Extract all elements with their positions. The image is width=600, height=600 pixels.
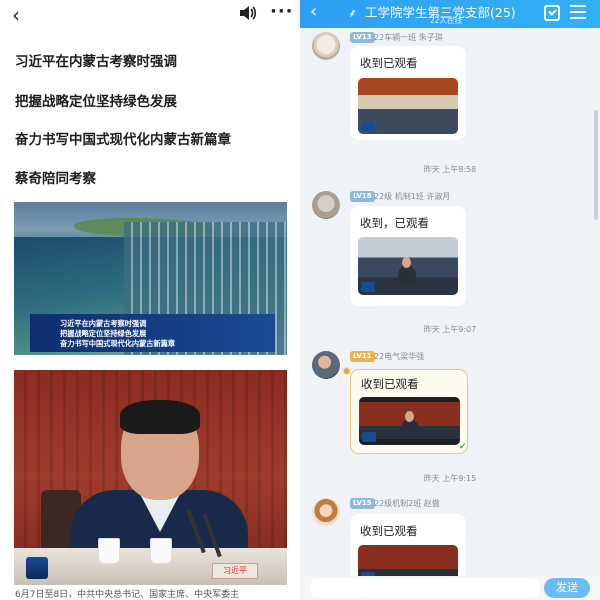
cctv-news-logo	[361, 121, 375, 131]
image-person	[401, 419, 419, 439]
message-text: 收到，已观看	[360, 216, 429, 230]
scrollbar[interactable]	[594, 110, 598, 220]
tea-cup-icon	[98, 538, 120, 564]
group-link-icon: ⸙	[348, 6, 358, 20]
level-badge: LV15	[350, 498, 375, 509]
chevron-left-icon[interactable]: ‹	[12, 3, 20, 27]
message-bubble[interactable]: 收到，已观看	[350, 206, 466, 306]
message-bubble[interactable]: 收到已观看	[350, 514, 466, 585]
caption-line-3: 奋力书写中国式现代化内蒙古新篇章	[60, 339, 176, 348]
sender-name: 22电气梁华强	[374, 352, 425, 361]
sender-name: 22级机制2班 赵傲	[374, 499, 440, 508]
speaker-icon[interactable]	[239, 5, 257, 21]
avatar[interactable]	[312, 191, 340, 219]
message-text: 收到已观看	[360, 524, 418, 538]
article-body-text: 6月7日至8日，中共中央总书记、国家主席、中央军委主	[15, 590, 240, 600]
level-badge: LV13	[350, 32, 375, 43]
online-count: 22人在线	[430, 16, 463, 25]
send-button[interactable]: 发送	[544, 578, 590, 598]
article-screen: ‹ ··· 习近平在内蒙古考察时强调 把握战略定位坚持绿色发展 奋力书写中国式现…	[0, 0, 300, 600]
avatar[interactable]	[312, 498, 340, 526]
level-badge: LV18	[350, 191, 375, 202]
message-text: 收到已观看	[361, 377, 419, 391]
image-hair	[120, 400, 200, 434]
level-badge: LV11	[350, 351, 375, 362]
image-face	[402, 257, 411, 268]
headline-2: 把握战略定位坚持绿色发展	[15, 94, 177, 110]
message-bubble[interactable]: 收到已观看	[350, 46, 466, 140]
chat-header: ‹ ⸙ 工学院学生第三党支部(25) 22人在线	[300, 0, 600, 28]
avatar[interactable]	[312, 32, 340, 60]
sender-name: 22车辆一班 朱子琪	[374, 33, 443, 42]
nameplate: 习近平	[212, 563, 258, 579]
menu-icon[interactable]	[570, 5, 586, 19]
sender-name: 22级 机制1班 许淑月	[374, 192, 451, 201]
video-thumbnail[interactable]	[358, 237, 458, 295]
article-top-bar: ‹ ···	[0, 0, 300, 28]
headline-3: 奋力书写中国式现代化内蒙古新篇章	[15, 132, 231, 148]
video-thumbnail[interactable]	[359, 397, 460, 445]
aerial-news-image[interactable]: 习近平在内蒙古考察时强调 把握战略定位坚持绿色发展 奋力书写中国式现代化内蒙古新…	[14, 202, 287, 355]
caption-line-1: 习近平在内蒙古考察时强调	[60, 319, 147, 328]
message-text: 收到已观看	[360, 56, 418, 70]
headline-1: 习近平在内蒙古考察时强调	[15, 54, 177, 70]
timestamp: 昨天 上午9:07	[423, 325, 477, 334]
message-input[interactable]	[310, 578, 540, 598]
message-input-bar: 发送	[300, 576, 600, 600]
image-person	[398, 265, 416, 285]
image-face	[405, 411, 414, 422]
video-thumbnail[interactable]	[358, 78, 458, 134]
cctv-news-logo	[361, 282, 375, 292]
timestamp: 昨天 上午9:15	[423, 474, 477, 483]
chat-screen: ‹ ⸙ 工学院学生第三党支部(25) 22人在线 LV13 22车辆一班 朱子琪…	[300, 0, 600, 600]
timestamp: 昨天 上午8:58	[423, 165, 477, 174]
headline-4: 蔡奇陪同考察	[15, 171, 96, 187]
message-bubble[interactable]: 收到已观看 ✔	[350, 369, 468, 454]
news-caption-bar: 习近平在内蒙古考察时强调 把握战略定位坚持绿色发展 奋力书写中国式现代化内蒙古新…	[30, 314, 275, 352]
tea-cup-icon	[150, 538, 172, 564]
chevron-left-icon[interactable]: ‹	[310, 1, 317, 22]
calendar-check-icon[interactable]	[544, 5, 560, 21]
checkmark-icon: ✔	[459, 442, 467, 452]
caption-line-2: 把握战略定位坚持绿色发展	[60, 329, 147, 338]
more-horizontal-icon[interactable]: ···	[270, 1, 294, 22]
cctv-news-logo	[362, 432, 376, 442]
portrait-news-image[interactable]: 习近平	[14, 370, 287, 585]
cctv-news-logo	[26, 557, 48, 579]
avatar[interactable]	[312, 351, 340, 379]
